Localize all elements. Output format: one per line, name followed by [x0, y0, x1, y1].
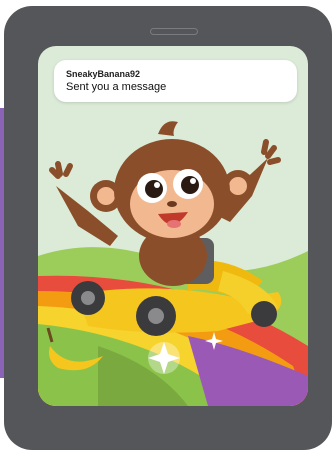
notification-message: Sent you a message — [66, 81, 167, 93]
tablet-speaker — [150, 28, 198, 35]
notification-username: SneakyBanana92 — [66, 69, 141, 79]
tablet-screen: SneakyBanana92 Sent you a message — [38, 46, 308, 406]
message-notification[interactable]: SneakyBanana92 Sent you a message — [54, 60, 297, 102]
tablet-device: SneakyBanana92 Sent you a message — [4, 6, 332, 450]
